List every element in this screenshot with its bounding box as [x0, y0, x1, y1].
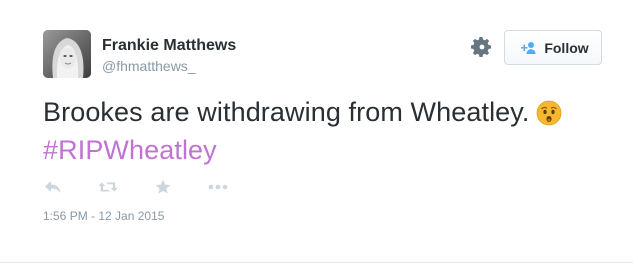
- tweet-body: Brookes are withdrawing from Wheatley.: [43, 97, 530, 127]
- tweet-text: Brookes are withdrawing from Wheatley. #…: [43, 96, 613, 167]
- avatar-image: [43, 30, 91, 78]
- hushed-face-emoji: [536, 100, 562, 134]
- tweet-timestamp[interactable]: 1:56 PM - 12 Jan 2015: [43, 209, 164, 223]
- more-icon[interactable]: [208, 177, 228, 197]
- retweet-icon[interactable]: [98, 177, 118, 197]
- follow-button[interactable]: Follow: [504, 30, 602, 65]
- user-name[interactable]: Frankie Matthews: [102, 37, 236, 55]
- tweet-actions: [43, 177, 228, 197]
- star-icon[interactable]: [153, 177, 173, 197]
- add-user-icon: [521, 41, 536, 54]
- reply-icon[interactable]: [43, 177, 63, 197]
- tweet-card: Frankie Matthews @fhmatthews_ Follow Bro…: [0, 0, 633, 263]
- gear-icon[interactable]: [470, 35, 494, 59]
- user-handle[interactable]: @fhmatthews_: [102, 58, 196, 74]
- hashtag-link[interactable]: #RIPWheatley: [43, 135, 217, 165]
- avatar[interactable]: [43, 30, 91, 78]
- follow-label: Follow: [544, 39, 589, 56]
